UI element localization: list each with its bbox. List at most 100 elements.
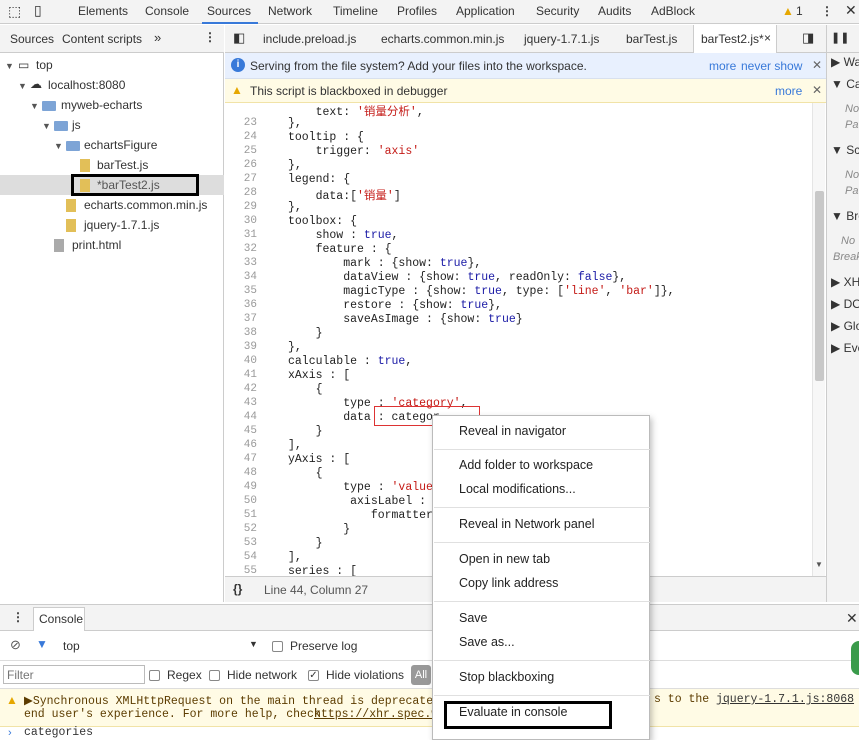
tab-profiles[interactable]: Profiles [397,4,437,18]
tab-sources[interactable]: Sources [207,4,251,18]
tab-elements[interactable]: Elements [78,4,128,18]
line-number[interactable]: 26 [225,159,257,171]
line-number[interactable]: 52 [225,523,257,535]
line-number[interactable]: 42 [225,383,257,395]
line-number[interactable]: 53 [225,537,257,549]
line-number[interactable]: 49 [225,481,257,493]
infobar-never-show-link[interactable]: never show [741,59,802,73]
line-number[interactable]: 48 [225,467,257,479]
pretty-print-icon[interactable]: {} [233,582,242,596]
section-dom[interactable]: ▶ DO [831,297,859,311]
line-number[interactable]: 43 [225,397,257,409]
close-tab-icon[interactable]: × [764,31,771,45]
section-watch[interactable]: ▶ Wa [831,55,859,69]
line-number[interactable]: 23 [225,117,257,129]
menu-save-as[interactable]: Save as... [459,635,515,649]
scroll-down-icon[interactable]: ▼ [815,560,823,569]
tree-top[interactable]: top [36,58,53,72]
context-dropdown-icon[interactable]: ▼ [249,639,258,649]
menu-save[interactable]: Save [459,611,488,625]
menu-copy-link-address[interactable]: Copy link address [459,576,558,590]
tree-js[interactable]: js [72,118,81,132]
section-callstack[interactable]: ▼ Ca [831,77,859,91]
editor-tab-bartest2[interactable]: barTest2.js* [701,32,764,46]
warning-count[interactable]: 1 [796,4,803,18]
menu-local-modifications[interactable]: Local modifications... [459,482,576,496]
more-tabs-icon[interactable]: » [154,30,161,45]
drawer-tab-console[interactable]: Console [39,612,83,626]
tab-application[interactable]: Application [456,4,515,18]
infobar-close-icon[interactable]: ✕ [812,58,822,72]
line-number[interactable]: 39 [225,341,257,353]
toggle-debugger-icon[interactable]: ◨ [802,30,814,46]
navigator-menu-icon[interactable]: ⋮ [204,30,216,44]
tab-console[interactable]: Console [145,4,189,18]
tab-audits[interactable]: Audits [598,4,631,18]
editor-tab-include-preload[interactable]: include.preload.js [263,32,356,46]
line-number[interactable]: 33 [225,257,257,269]
scrollbar-thumb[interactable] [815,191,824,381]
section-breakpoints[interactable]: ▼ Bre [831,209,859,223]
tree-bartest[interactable]: barTest.js [97,158,148,172]
tree-jquery[interactable]: jquery-1.7.1.js [84,218,159,232]
expand-icon[interactable]: ▼ [18,81,27,91]
section-event[interactable]: ▶ Eve [831,341,859,355]
menu-open-in-new-tab[interactable]: Open in new tab [459,552,550,566]
editor-scrollbar[interactable]: ▼ [812,103,825,576]
line-number[interactable]: 25 [225,145,257,157]
line-number[interactable]: 45 [225,425,257,437]
close-devtools-icon[interactable]: ✕ [845,2,857,19]
toggle-navigator-icon[interactable]: ◧ [233,30,245,46]
expand-icon[interactable]: ▼ [54,141,63,151]
tab-adblock[interactable]: AdBlock [651,4,695,18]
pause-icon[interactable]: ❚❚ [831,31,859,44]
tab-timeline[interactable]: Timeline [333,4,378,18]
line-number[interactable]: 44 [225,411,257,423]
line-number[interactable]: 38 [225,327,257,339]
console-input[interactable]: categories [24,726,93,739]
line-number[interactable]: 35 [225,285,257,297]
line-number[interactable]: 34 [225,271,257,283]
all-levels-button[interactable]: All [411,665,431,685]
menu-reveal-in-network-panel[interactable]: Reveal in Network panel [459,517,595,531]
line-number[interactable]: 29 [225,201,257,213]
editor-tab-echarts-common[interactable]: echarts.common.min.js [381,32,504,46]
tab-network[interactable]: Network [268,4,312,18]
clear-console-icon[interactable]: ⊘ [10,637,21,653]
line-number[interactable]: 37 [225,313,257,325]
regex-checkbox[interactable] [149,668,160,682]
blackbox-more-link[interactable]: more [775,84,802,98]
line-number[interactable]: 50 [225,495,257,507]
line-number[interactable]: 32 [225,243,257,255]
tree-echarts-figure[interactable]: echartsFigure [84,138,157,152]
line-number[interactable]: 46 [225,439,257,451]
warning-icon[interactable]: ▲ [782,4,794,18]
line-number[interactable]: 31 [225,229,257,241]
editor-tab-bartest[interactable]: barTest.js [626,32,677,46]
line-number[interactable]: 24 [225,131,257,143]
tree-echarts-common[interactable]: echarts.common.min.js [84,198,207,212]
hide-network-checkbox[interactable] [209,668,220,682]
expand-icon[interactable]: ▼ [42,121,51,131]
close-drawer-icon[interactable]: ✕ [846,610,858,627]
menu-reveal-in-navigator[interactable]: Reveal in navigator [459,424,566,438]
nav-tab-sources[interactable]: Sources [10,32,54,46]
inspect-element-icon[interactable]: ⬚ [8,3,21,20]
menu-add-folder-to-workspace[interactable]: Add folder to workspace [459,458,593,472]
section-scope[interactable]: ▼ Sc [831,143,859,157]
filter-input[interactable] [3,665,145,684]
tree-host[interactable]: localhost:8080 [48,78,125,92]
floating-badge[interactable] [851,641,859,675]
nav-tab-content-scripts[interactable]: Content scripts [62,32,142,46]
section-global[interactable]: ▶ Glo [831,319,859,333]
drawer-menu-icon[interactable]: ⋮ [12,610,24,624]
line-number[interactable]: 40 [225,355,257,367]
line-number[interactable]: 36 [225,299,257,311]
device-toolbar-icon[interactable]: ▯ [34,2,42,19]
blackbox-close-icon[interactable]: ✕ [812,83,822,97]
editor-tab-jquery[interactable]: jquery-1.7.1.js [524,32,599,46]
line-number[interactable]: 51 [225,509,257,521]
line-number[interactable]: 55 [225,565,257,576]
filter-icon[interactable]: ▼ [36,637,48,651]
line-number[interactable]: 54 [225,551,257,563]
